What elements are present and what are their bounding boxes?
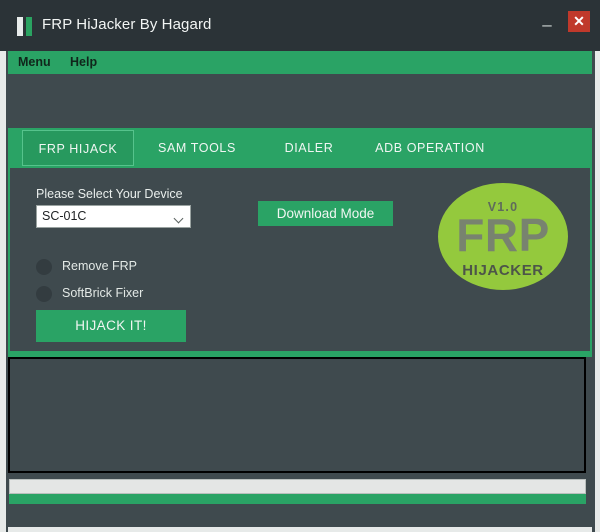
chevron-down-icon xyxy=(175,215,184,221)
frp-hijacker-logo: V1.0 FRP HIJACKER xyxy=(438,183,568,290)
port-row: PORT : SAMSUNG Mobile USB Modem ( Scan xyxy=(0,74,600,190)
radio-indicator xyxy=(36,259,52,275)
window-edge-bottom xyxy=(0,527,600,532)
radio-softbrick-fixer-label: SoftBrick Fixer xyxy=(62,286,144,300)
title-bar: FRP HiJacker By Hagard – ✕ xyxy=(0,0,600,51)
log-console[interactable] xyxy=(8,357,586,473)
tab-sam-tools[interactable]: SAM TOOLS xyxy=(142,130,252,166)
hijack-it-button[interactable]: HIJACK IT! xyxy=(36,310,186,342)
progress-bar xyxy=(9,479,586,494)
app-window: FRP HiJacker By Hagard – ✕ Menu Help POR… xyxy=(0,0,600,532)
minimize-button[interactable]: – xyxy=(536,14,558,36)
logo-subtitle: HIJACKER xyxy=(462,262,544,279)
window-inner-right xyxy=(592,51,595,532)
status-strip xyxy=(9,494,586,504)
close-button[interactable]: ✕ xyxy=(568,11,590,32)
menu-bar: Menu Help xyxy=(0,51,600,74)
device-select-label: Please Select Your Device xyxy=(36,187,183,201)
window-title: FRP HiJacker By Hagard xyxy=(42,16,212,33)
device-select-value: SC-01C xyxy=(42,209,87,223)
menu-item-help[interactable]: Help xyxy=(70,55,97,69)
tab-adb-operation[interactable]: ADB OPERATION xyxy=(358,130,502,166)
logo-title: FRP xyxy=(456,209,550,261)
menu-item-menu[interactable]: Menu xyxy=(18,55,51,69)
download-mode-button[interactable]: Download Mode xyxy=(258,201,393,226)
device-select[interactable]: SC-01C xyxy=(36,205,191,228)
radio-remove-frp-label: Remove FRP xyxy=(62,259,138,273)
window-inner-left xyxy=(6,51,8,532)
tab-dialer[interactable]: DIALER xyxy=(264,130,354,166)
window-edge-right xyxy=(595,51,600,532)
tab-frp-hijack[interactable]: FRP HIJACK xyxy=(22,130,134,166)
tab-strip: FRP HIJACK SAM TOOLS DIALER ADB OPERATIO… xyxy=(8,128,592,168)
tab-panel-frp-hijack: Please Select Your Device SC-01C Remove … xyxy=(8,168,592,353)
radio-indicator xyxy=(36,286,52,302)
app-bars-icon xyxy=(16,17,33,36)
